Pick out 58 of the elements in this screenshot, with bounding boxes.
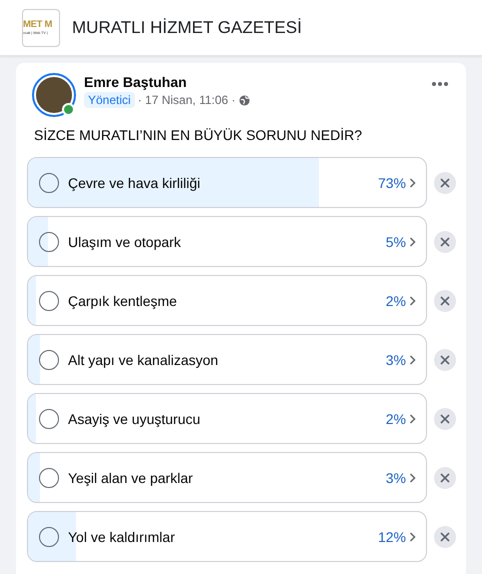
- vote-percent[interactable]: 2%: [386, 410, 406, 426]
- avatar[interactable]: [32, 73, 76, 117]
- close-icon: [440, 296, 450, 306]
- radio-button[interactable]: [39, 232, 59, 252]
- option-label: Yol ve kaldırımlar: [68, 528, 176, 544]
- poll-option[interactable]: Çarpık kentleşme 2%: [27, 275, 427, 326]
- remove-option-button[interactable]: [434, 348, 456, 370]
- option-label: Asayiş ve uyuşturucu: [68, 410, 202, 426]
- post-time[interactable]: · 17 Nisan, 11:06 ·: [138, 93, 236, 107]
- vote-percent[interactable]: 3%: [386, 352, 406, 368]
- close-icon: [440, 354, 450, 364]
- chevron-right-icon: [409, 178, 416, 188]
- option-label: Çevre ve hava kirliliği: [68, 174, 202, 190]
- vote-percent[interactable]: 5%: [386, 234, 406, 250]
- chevron-right-icon: [409, 236, 416, 246]
- option-label: Alt yapı ve kanalizasyon: [68, 352, 220, 368]
- vote-percent[interactable]: 73%: [378, 174, 406, 190]
- remove-option-button[interactable]: [434, 172, 456, 194]
- close-icon: [440, 414, 450, 424]
- poll-question: SİZCE MURATLI’NIN EN BÜYÜK SORUNU NEDİR?: [33, 126, 364, 145]
- option-label: Yeşil alan ve parklar: [68, 470, 194, 486]
- role-badge: Yönetici: [84, 92, 135, 108]
- radio-button[interactable]: [39, 172, 59, 192]
- radio-button[interactable]: [39, 290, 59, 310]
- radio-button[interactable]: [39, 526, 59, 546]
- remove-option-button[interactable]: [434, 526, 456, 548]
- poll-option[interactable]: Yol ve kaldırımlar 12%: [27, 511, 427, 562]
- vote-percent[interactable]: 2%: [386, 292, 406, 308]
- vote-percent[interactable]: 12%: [378, 528, 406, 544]
- avatar-photo: [36, 77, 72, 113]
- author-name[interactable]: Emre Baştuhan: [84, 74, 420, 90]
- radio-button[interactable]: [39, 468, 59, 488]
- page-name[interactable]: MURATLI HİZMET GAZETESİ: [72, 18, 302, 38]
- close-icon: [440, 236, 450, 246]
- chevron-right-icon: [409, 296, 416, 306]
- radio-button[interactable]: [39, 350, 59, 370]
- poll-option[interactable]: Çevre ve hava kirliliği 73%: [27, 157, 427, 208]
- chevron-right-icon: [409, 354, 416, 364]
- remove-option-button[interactable]: [434, 408, 456, 430]
- remove-option-button[interactable]: [434, 290, 456, 312]
- logo-text: MET M: [23, 19, 52, 31]
- close-icon: [440, 532, 450, 542]
- radio-button[interactable]: [39, 408, 59, 428]
- option-label: Çarpık kentleşme: [68, 292, 178, 308]
- chevron-right-icon: [409, 414, 416, 424]
- poll-option[interactable]: Asayiş ve uyuşturucu 2%: [27, 393, 427, 444]
- chevron-right-icon: [409, 532, 416, 542]
- remove-option-button[interactable]: [434, 230, 456, 252]
- close-icon: [440, 472, 450, 482]
- chevron-right-icon: [409, 472, 416, 482]
- globe-icon: [238, 94, 250, 106]
- poll-option[interactable]: Ulaşım ve otopark 5%: [27, 216, 427, 267]
- option-label: Ulaşım ve otopark: [68, 234, 182, 250]
- vote-percent[interactable]: 3%: [386, 470, 406, 486]
- poll-option[interactable]: Alt yapı ve kanalizasyon 3%: [27, 334, 427, 385]
- remove-option-button[interactable]: [434, 466, 456, 488]
- poll-option[interactable]: Yeşil alan ve parklar 3%: [27, 452, 427, 503]
- close-icon: [440, 178, 450, 188]
